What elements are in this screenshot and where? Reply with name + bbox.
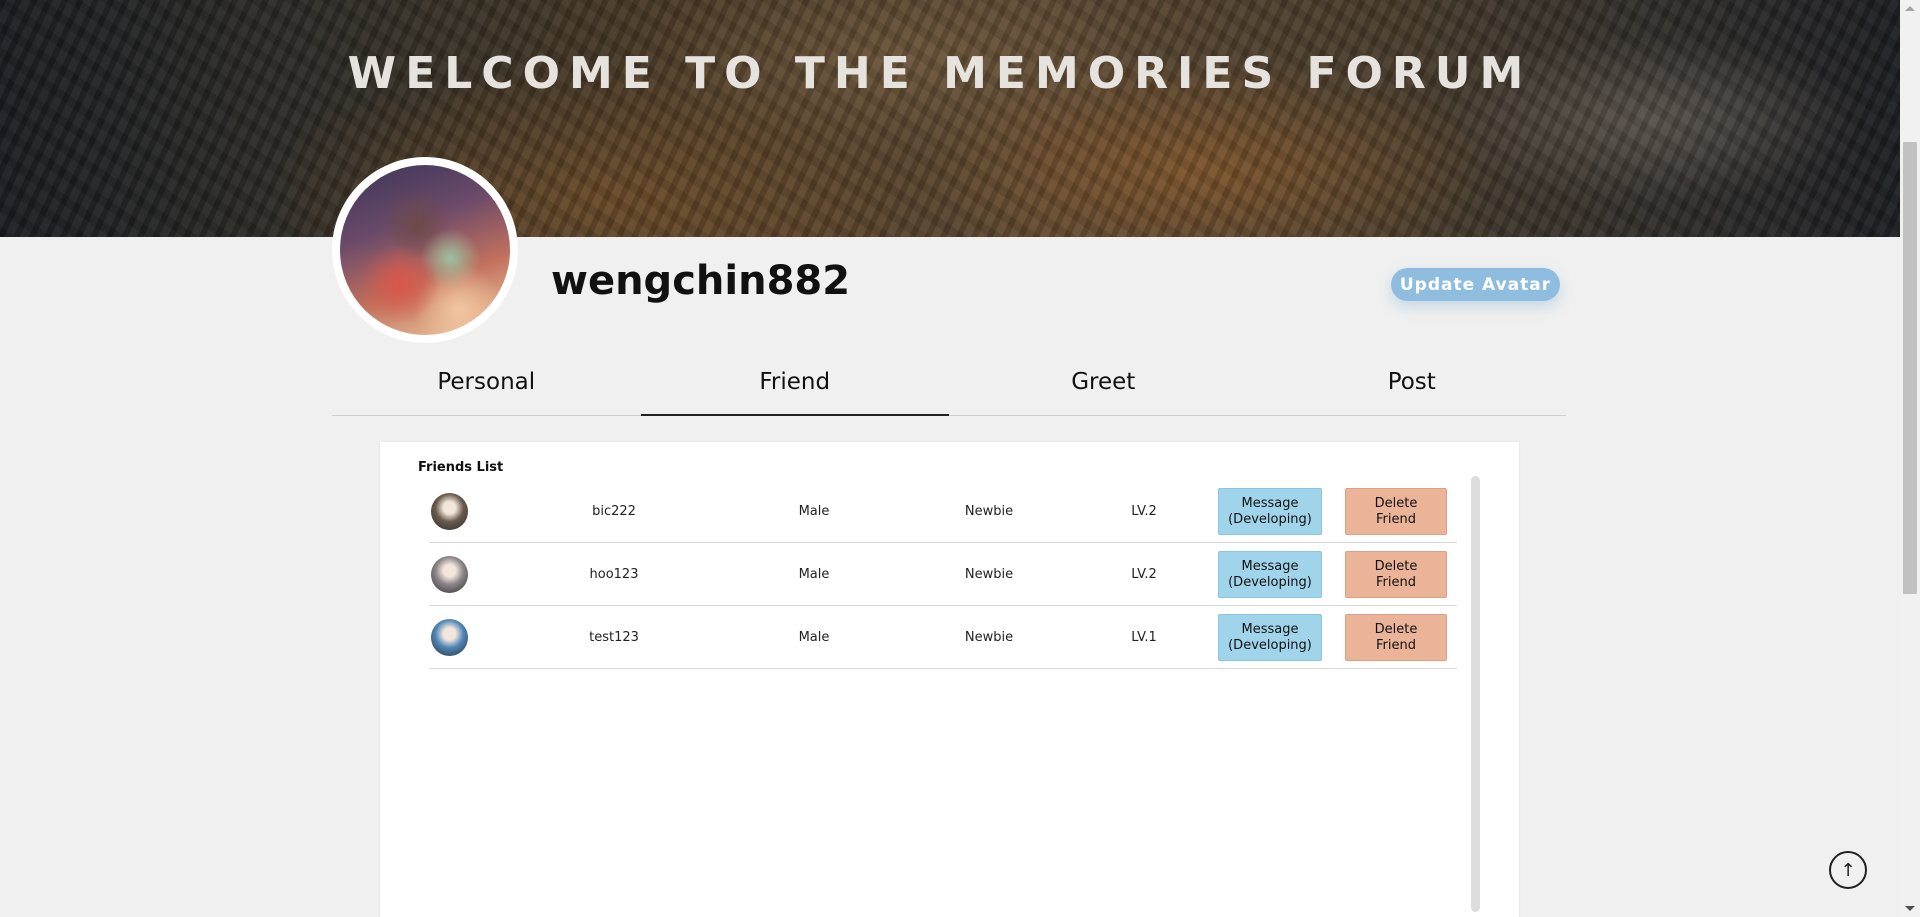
friend-row: bic222 Male Newbie LV.2 Message (Develop… <box>429 480 1457 543</box>
friend-name: test123 <box>589 629 639 645</box>
back-to-top-button[interactable]: ↑ <box>1829 851 1867 889</box>
scroll-up-icon[interactable] <box>1905 6 1915 11</box>
scrollbar-thumb[interactable] <box>1903 142 1917 594</box>
friend-gender: Male <box>798 629 830 645</box>
page-scrollbar[interactable] <box>1900 0 1920 917</box>
profile-tabs: Personal Friend Greet Post <box>332 348 1566 416</box>
friend-avatar[interactable] <box>431 619 468 656</box>
profile-username: wengchin882 <box>551 258 851 304</box>
friends-panel: Friends List bic222 Male Newbie LV.2 Mes… <box>380 442 1519 917</box>
friend-avatar[interactable] <box>431 493 468 530</box>
friends-list-title: Friends List <box>418 460 504 475</box>
friend-name: bic222 <box>592 503 636 519</box>
friend-rank: Newbie <box>964 629 1014 645</box>
profile-avatar <box>332 157 518 343</box>
friend-gender: Male <box>798 566 830 582</box>
banner: WELCOME TO THE MEMORIES FORUM <box>0 0 1900 237</box>
friends-list: bic222 Male Newbie LV.2 Message (Develop… <box>429 480 1457 669</box>
friend-gender: Male <box>798 503 830 519</box>
scroll-down-icon[interactable] <box>1905 906 1915 911</box>
friend-level: LV.1 <box>1131 629 1157 645</box>
update-avatar-button[interactable]: Update Avatar <box>1391 268 1560 301</box>
avatar-image <box>340 165 510 335</box>
delete-friend-button[interactable]: Delete Friend <box>1345 551 1447 598</box>
tab-post[interactable]: Post <box>1258 348 1567 415</box>
friend-row: hoo123 Male Newbie LV.2 Message (Develop… <box>429 543 1457 606</box>
banner-title: WELCOME TO THE MEMORIES FORUM <box>347 48 1533 99</box>
friend-level: LV.2 <box>1131 503 1157 519</box>
delete-friend-button[interactable]: Delete Friend <box>1345 614 1447 661</box>
friend-rank: Newbie <box>964 503 1014 519</box>
friend-avatar[interactable] <box>431 556 468 593</box>
arrow-up-icon: ↑ <box>1840 859 1856 881</box>
friend-rank: Newbie <box>964 566 1014 582</box>
friends-list-scrollbar[interactable] <box>1471 476 1480 912</box>
delete-friend-button[interactable]: Delete Friend <box>1345 488 1447 535</box>
message-button[interactable]: Message (Developing) <box>1218 551 1322 598</box>
tab-personal[interactable]: Personal <box>332 348 641 415</box>
message-button[interactable]: Message (Developing) <box>1218 488 1322 535</box>
friend-name: hoo123 <box>589 566 639 582</box>
tab-greet[interactable]: Greet <box>949 348 1258 415</box>
friend-row: test123 Male Newbie LV.1 Message (Develo… <box>429 606 1457 669</box>
tab-friend[interactable]: Friend <box>640 348 950 416</box>
friend-level: LV.2 <box>1131 566 1157 582</box>
page: WELCOME TO THE MEMORIES FORUM wengchin88… <box>0 0 1920 917</box>
message-button[interactable]: Message (Developing) <box>1218 614 1322 661</box>
